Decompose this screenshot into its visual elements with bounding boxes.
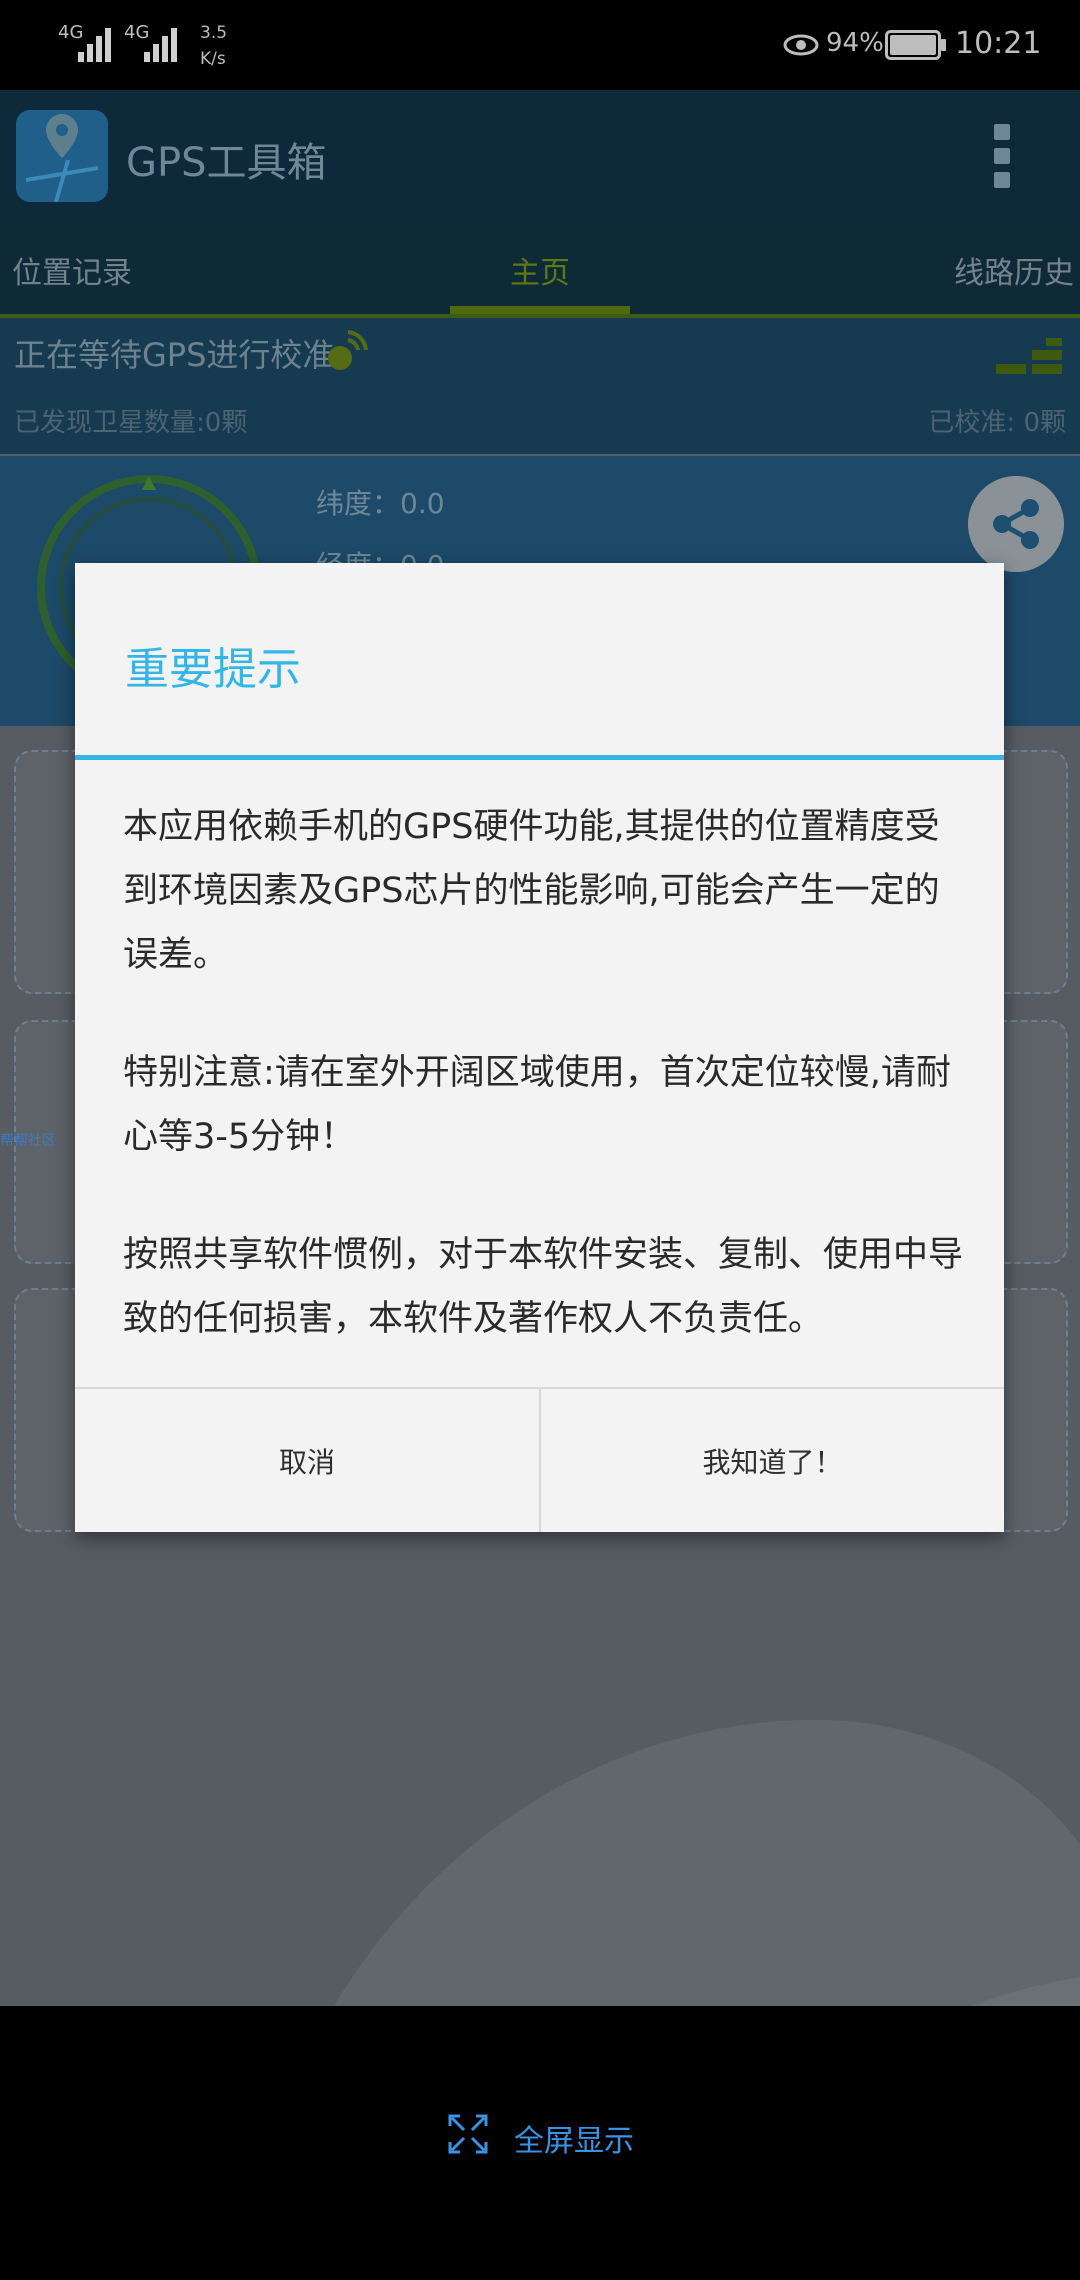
tab-bar: 位置记录 主页 线路历史 (0, 224, 1080, 316)
important-notice-dialog: 重要提示 本应用依赖手机的GPS硬件功能,其提供的位置精度受到环境因素及GPS芯… (75, 563, 1004, 1532)
signal-strength-icon (996, 338, 1062, 374)
acknowledge-button[interactable]: 我知道了！ (541, 1389, 1004, 1532)
cancel-button[interactable]: 取消 (75, 1389, 539, 1532)
gps-status-text: 正在等待GPS进行校准 (14, 336, 335, 374)
gps-status-panel: 正在等待GPS进行校准 已发现卫星数量:0颗 已校准: 0颗 (0, 318, 1080, 454)
fullscreen-icon[interactable] (448, 2114, 488, 2154)
eye-comfort-icon (783, 34, 819, 56)
tab-location-records[interactable]: 位置记录 (12, 248, 132, 292)
clock: 10:21 (955, 26, 1042, 61)
background-decoration (333, 1719, 1080, 2006)
tab-home[interactable]: 主页 (510, 248, 570, 292)
share-button[interactable] (968, 476, 1064, 572)
latitude-label: 纬度：0.0 (316, 487, 445, 520)
cellular-signal-icon: 4G (58, 22, 118, 62)
network-speed-value: 3.5 (200, 23, 228, 43)
status-bar: 4G 4G 3.5 K/s 94% 10:21 (0, 0, 1080, 90)
network-speed: 3.5 K/s (200, 20, 227, 72)
overflow-menu-icon[interactable] (994, 124, 1014, 194)
tab-route-history[interactable]: 线路历史 (954, 248, 1074, 292)
dialog-message-paragraph: 本应用依赖手机的GPS硬件功能,其提供的位置精度受到环境因素及GPS芯片的性能影… (123, 807, 940, 975)
app-title: GPS工具箱 (126, 140, 327, 186)
dialog-title-divider (75, 755, 1004, 760)
satellites-found: 已发现卫星数量:0颗 (14, 408, 248, 438)
fullscreen-label[interactable]: 全屏显示 (514, 2116, 634, 2160)
app-logo-icon (16, 110, 108, 202)
app-bar: GPS工具箱 (0, 90, 1080, 224)
dialog-message-paragraph: 特别注意:请在室外开阔区域使用，首次定位较慢,请耐心等3-5分钟！ (123, 1053, 951, 1157)
bottom-bar: 全屏显示 (0, 2006, 1080, 2280)
network-speed-unit: K/s (200, 49, 226, 69)
gps-signal-icon (328, 330, 368, 370)
dialog-title: 重要提示 (125, 644, 301, 695)
battery-icon (885, 30, 946, 60)
battery-percent: 94% (826, 28, 884, 58)
dialog-message-paragraph: 按照共享软件惯例，对于本软件安装、复制、使用中导致的任何损害，本软件及著作权人不… (123, 1235, 964, 1339)
satellites-calibrated: 已校准: 0颗 (928, 408, 1066, 438)
community-link[interactable]: 帮帮社区 (0, 1130, 56, 1150)
cellular-signal-icon: 4G (124, 22, 184, 62)
